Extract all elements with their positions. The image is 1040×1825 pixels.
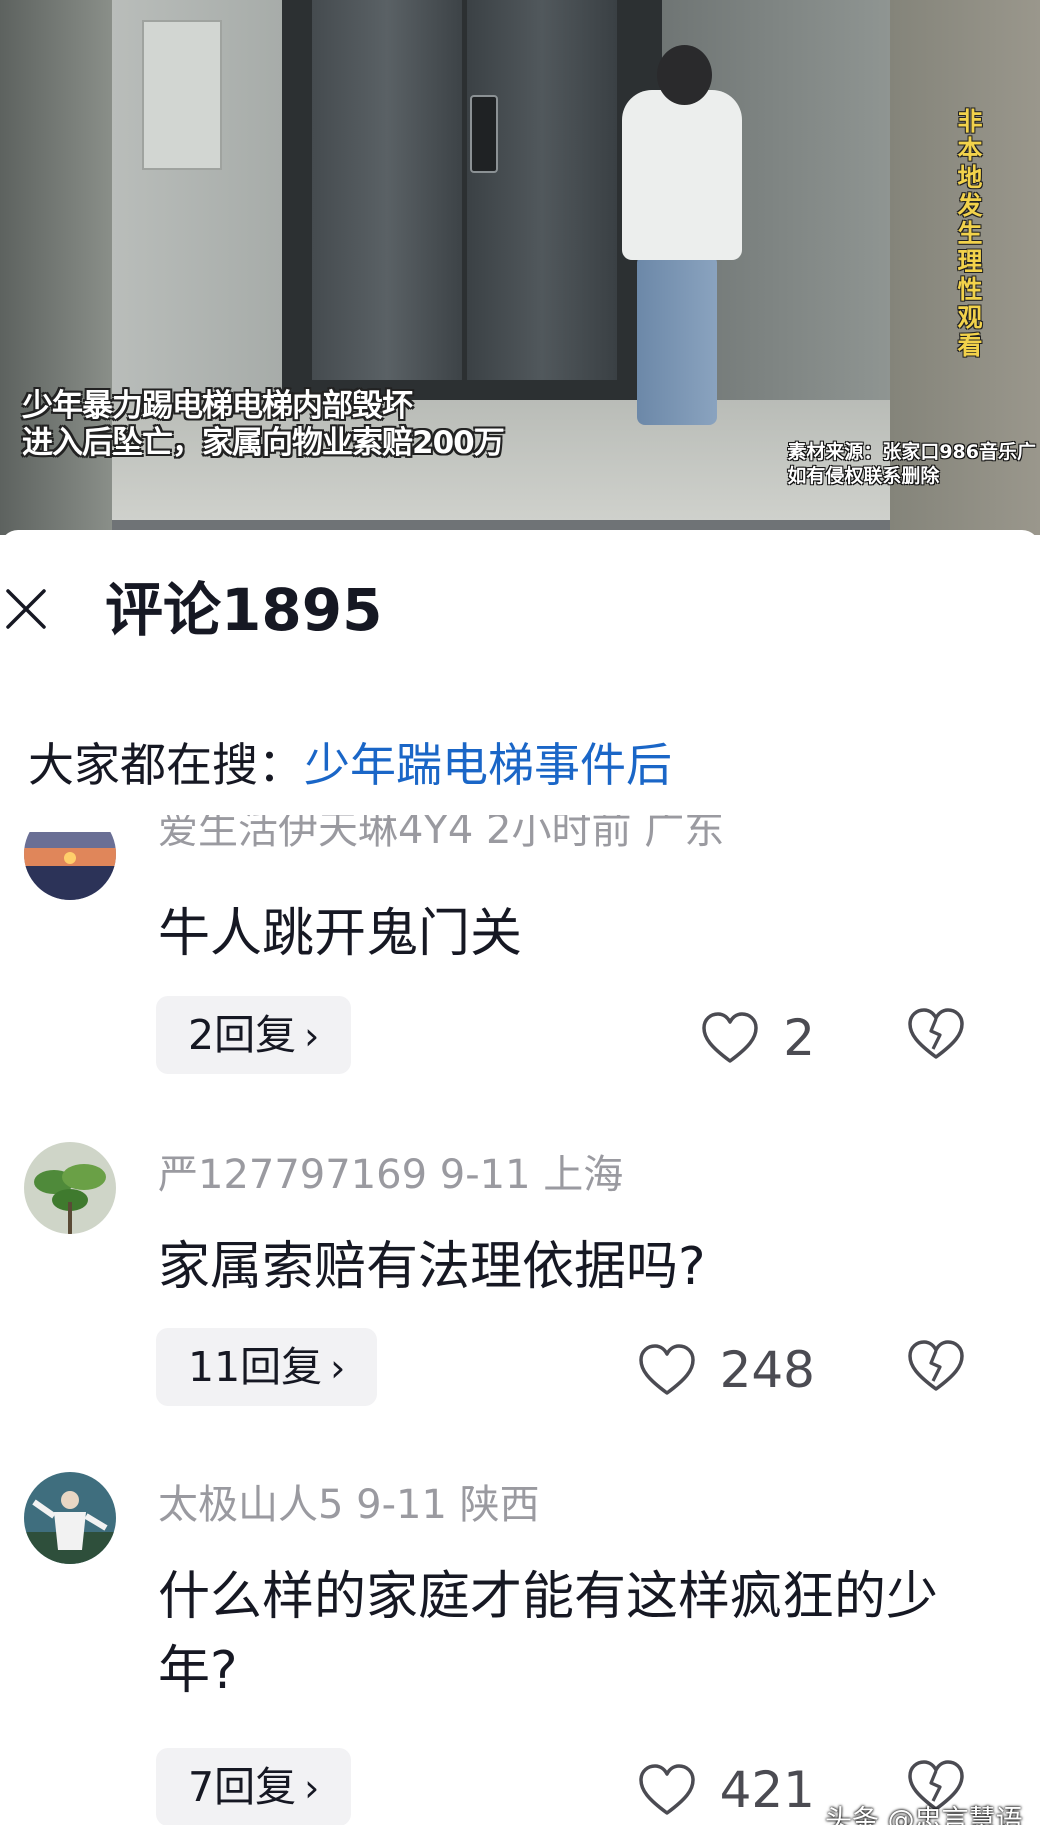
like-count: 248	[719, 1341, 815, 1399]
person-figure-torso	[622, 90, 742, 260]
heart-icon[interactable]	[699, 1009, 761, 1067]
scene-poster	[142, 20, 222, 170]
comment-count-title: 评论1895	[105, 576, 383, 644]
heart-icon[interactable]	[636, 1761, 698, 1819]
reply-count: 11回复	[188, 1343, 323, 1391]
comment-body: 牛人跳开鬼门关	[158, 904, 523, 964]
close-icon[interactable]	[2, 585, 50, 633]
reply-count: 2回复	[188, 1011, 297, 1059]
source-line-2: 如有侵权联系删除	[787, 465, 940, 487]
like-count: 2	[783, 1009, 815, 1067]
person-figure-legs	[637, 255, 717, 425]
reply-count: 7回复	[188, 1763, 297, 1811]
elevator-door-left	[312, 0, 462, 380]
dislike-icon[interactable]	[905, 1005, 967, 1063]
view-replies-button[interactable]: 2回复 ›	[156, 996, 352, 1074]
like-group: 421	[636, 1755, 815, 1825]
video-source-credit: 素材来源：张家口986音乐广 如有侵权联系删除	[787, 440, 1036, 488]
video-caption: 少年暴力踢电梯电梯内部毁坏 进入后坠亡，家属向物业索赔200万	[22, 388, 505, 461]
dislike-icon[interactable]	[905, 1337, 967, 1395]
comment-body: 什么样的家庭才能有这样疯狂的少年?	[158, 1567, 939, 1701]
trending-search-label: 大家都在搜：	[28, 738, 304, 792]
avatar[interactable]	[24, 1472, 116, 1564]
comment-body: 家属索赔有法理依据吗?	[158, 1237, 706, 1297]
view-replies-button[interactable]: 7回复 ›	[156, 1748, 352, 1825]
trending-search-link[interactable]: 少年踹电梯事件后	[304, 738, 672, 792]
comment-meta: 严127797169 9-11 上海	[158, 1152, 624, 1198]
elevator-button-panel	[470, 95, 498, 173]
chevron-right-icon: ›	[330, 1346, 346, 1390]
comment-meta: 太极山人5 9-11 陕西	[158, 1482, 540, 1528]
heart-icon[interactable]	[636, 1341, 698, 1399]
trending-search-row: 大家都在搜：少年踹电梯事件后	[28, 735, 672, 795]
video-player[interactable]: 少年暴力踢电梯电梯内部毁坏 进入后坠亡，家属向物业索赔200万 非本地发生理性观…	[0, 0, 1040, 535]
avatar[interactable]	[24, 1142, 116, 1234]
source-line-1: 素材来源：张家口986音乐广	[787, 441, 1036, 463]
like-group: 248	[636, 1335, 815, 1405]
like-group: 2	[699, 1003, 815, 1073]
elevator-door-right	[467, 0, 617, 380]
view-replies-button[interactable]: 11回复 ›	[156, 1328, 378, 1406]
chevron-right-icon: ›	[304, 1014, 320, 1058]
comment-meta: 爱生活伊天琳4Y4 2小时前 广东	[158, 815, 725, 853]
meta-clip: 爱生活伊天琳4Y4 2小时前 广东	[0, 815, 1040, 863]
source-watermark: 头条 @忠言慧语	[825, 1805, 1023, 1825]
person-figure-head	[657, 45, 712, 105]
like-count: 421	[719, 1761, 815, 1819]
video-vertical-note: 非本地发生理性观看	[957, 107, 983, 360]
chevron-right-icon: ›	[304, 1766, 320, 1810]
